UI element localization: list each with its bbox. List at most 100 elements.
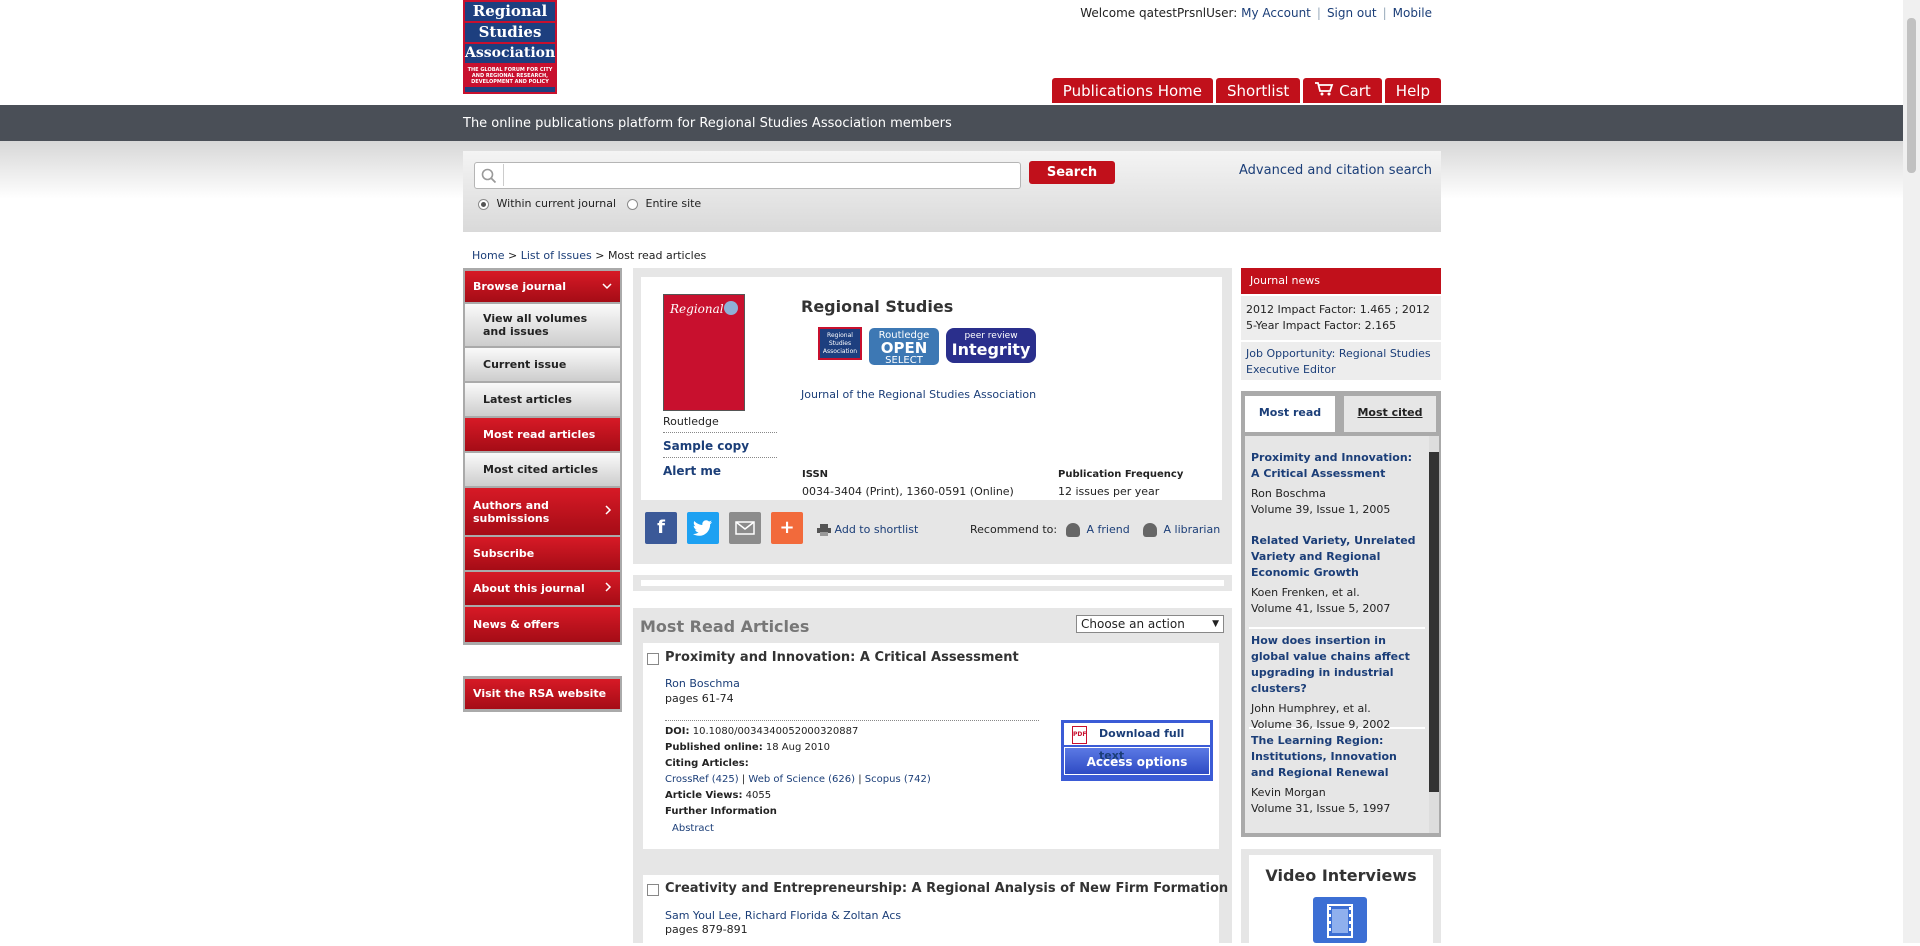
journal-cover[interactable]: Regional [663, 294, 745, 411]
breadcrumb-home[interactable]: Home [472, 249, 504, 262]
sidebar-subscribe[interactable]: Subscribe [465, 537, 620, 572]
sidebar-about[interactable]: About this journal [465, 572, 620, 607]
sidebar-view-all[interactable]: View all volumes and issues [465, 304, 620, 348]
breadcrumb-list-issues[interactable]: List of Issues [521, 249, 592, 262]
list-item-title[interactable]: Related Variety, Unrelated Variety and R… [1249, 529, 1425, 585]
rsa-logo[interactable]: Regional Studies Association THE GLOBAL … [463, 0, 557, 94]
video-icon[interactable] [1313, 897, 1367, 943]
radio-current-journal[interactable] [478, 198, 489, 210]
logo-word-1: Regional [465, 2, 555, 23]
welcome-text: Welcome qatestPrsnlUser: [1080, 6, 1238, 20]
issn-value: 0034-3404 (Print), 1360-0591 (Online) [802, 485, 1014, 498]
visit-rsa-button[interactable]: Visit the RSA website [463, 676, 622, 712]
page-scrollbar-thumb[interactable] [1907, 18, 1916, 173]
sidebar-most-read[interactable]: Most read articles [465, 418, 620, 453]
addthis-plus-icon[interactable]: + [771, 512, 803, 544]
article-pages: pages 61-74 [665, 692, 734, 705]
sign-out-link[interactable]: Sign out [1327, 6, 1377, 20]
user-links: Welcome qatestPrsnlUser: My Account | Sign… [1080, 6, 1432, 20]
issn-label: ISSN [802, 469, 829, 480]
crossref-link[interactable]: CrossRef (425) [665, 774, 739, 785]
person-icon [1066, 523, 1080, 537]
sidebar-browse-journal[interactable]: Browse journal [465, 271, 620, 304]
list-item[interactable]: The Learning Region: Institutions, Innov… [1249, 729, 1425, 829]
logo-word-2: Studies [465, 23, 555, 44]
open-select-mid: OPEN [880, 339, 928, 357]
recommend-label: Recommend to: [970, 523, 1058, 536]
rsa-badge: Regional Studies Association [818, 327, 862, 360]
abstract-link[interactable]: Abstract [672, 823, 714, 834]
job-opportunity-link[interactable]: Job Opportunity: Regional Studies Execut… [1241, 342, 1441, 380]
web-of-science-link[interactable]: Web of Science (626) [748, 774, 855, 785]
my-account-link[interactable]: My Account [1241, 6, 1311, 20]
divider: | [1316, 6, 1321, 20]
article-checkbox[interactable] [647, 653, 659, 665]
article-views: Article Views: 4055 [665, 790, 771, 801]
list-item-title[interactable]: The Learning Region: Institutions, Innov… [1249, 729, 1425, 785]
article-title[interactable]: Creativity and Entrepreneurship: A Regio… [665, 881, 1228, 896]
breadcrumb-current: Most read articles [607, 249, 707, 262]
tab-most-read[interactable]: Most read [1245, 396, 1335, 432]
sidebar-latest-articles[interactable]: Latest articles [465, 383, 620, 418]
published-label: Published online: [665, 742, 763, 753]
logo-tagline: THE GLOBAL FORUM FOR CITY AND REGIONAL R… [465, 65, 555, 87]
tab-publications-home[interactable]: Publications Home [1051, 78, 1213, 103]
search-input[interactable] [474, 162, 1021, 189]
sample-copy-link[interactable]: Sample copy [663, 432, 777, 453]
integrity-mid: Integrity [951, 340, 1031, 359]
article-title[interactable]: Proximity and Innovation: A Critical Ass… [665, 650, 1019, 665]
choose-action-select[interactable]: Choose an action ▼ [1076, 615, 1224, 633]
impact-factor-box: 2012 Impact Factor: 1.465 ; 2012 5-Year … [1241, 296, 1441, 340]
article-checkbox[interactable] [647, 884, 659, 896]
list-item-volume: Volume 41, Issue 5, 2007 [1251, 602, 1391, 615]
list-item[interactable]: How does insertion in global value chain… [1249, 629, 1425, 731]
breadcrumb-sep: > [595, 249, 605, 262]
widget-scrollbar-thumb[interactable] [1429, 452, 1439, 792]
tab-shortlist[interactable]: Shortlist [1216, 78, 1301, 103]
five-year-impact-line: 5-Year Impact Factor: 2.165 [1246, 319, 1397, 332]
sidebar-news[interactable]: News & offers [465, 607, 620, 642]
sidebar-current-label: Current issue [483, 358, 567, 371]
twitter-icon[interactable] [687, 512, 719, 544]
recommend-friend[interactable]: A friend [1066, 523, 1130, 537]
search-button[interactable]: Search [1029, 161, 1115, 184]
download-full-text-button[interactable]: PDF Download full text [1064, 723, 1210, 762]
advanced-search-link[interactable]: Advanced and citation search [1239, 163, 1432, 178]
recommend-friend-label: A friend [1086, 523, 1130, 536]
facebook-icon[interactable]: f [645, 512, 677, 544]
page-scrollbar[interactable] [1903, 0, 1920, 943]
frequency-label: Publication Frequency [1058, 469, 1184, 480]
search-divider [503, 164, 504, 186]
tab-most-cited[interactable]: Most cited [1344, 396, 1436, 432]
mobile-link[interactable]: Mobile [1393, 6, 1432, 20]
alert-me-link[interactable]: Alert me [663, 457, 777, 478]
tab-cart[interactable]: Cart [1303, 78, 1382, 103]
video-interviews-title[interactable]: Video Interviews [1249, 866, 1433, 885]
access-options-button[interactable]: Access options [1064, 747, 1210, 775]
scope-entire-site[interactable]: Entire site [627, 197, 701, 210]
article-authors[interactable]: Sam Youl Lee, Richard Florida & Zoltan A… [665, 909, 901, 922]
list-item-title[interactable]: How does insertion in global value chain… [1249, 629, 1425, 701]
journal-sidebar: Browse journal View all volumes and issu… [463, 268, 622, 645]
list-item-title[interactable]: Proximity and Innovation: A Critical Ass… [1249, 446, 1425, 486]
email-icon[interactable] [729, 512, 761, 544]
pdf-icon: PDF [1072, 726, 1087, 744]
recommend-librarian[interactable]: A librarian [1143, 523, 1220, 537]
tab-help[interactable]: Help [1384, 78, 1441, 103]
published-value: 18 Aug 2010 [765, 742, 830, 753]
sidebar-current-issue[interactable]: Current issue [465, 348, 620, 383]
add-to-shortlist[interactable]: Add to shortlist [817, 523, 918, 536]
sidebar-most-cited[interactable]: Most cited articles [465, 453, 620, 488]
article-authors[interactable]: Ron Boschma [665, 677, 740, 690]
sidebar-authors[interactable]: Authors and submissions [465, 488, 620, 537]
journal-subtitle-link[interactable]: Journal of the Regional Studies Associat… [801, 388, 1036, 401]
list-item[interactable]: Related Variety, Unrelated Variety and R… [1249, 529, 1425, 629]
scope-current-journal[interactable]: Within current journal [478, 197, 616, 210]
widget-scrollbar[interactable] [1429, 436, 1439, 833]
cart-icon [1314, 82, 1339, 100]
radio-site-label: Entire site [645, 197, 702, 210]
radio-entire-site[interactable] [627, 198, 638, 210]
list-item-volume: Volume 31, Issue 5, 1997 [1251, 802, 1391, 815]
scopus-link[interactable]: Scopus (742) [865, 774, 931, 785]
list-item-author: Kevin Morgan [1251, 786, 1326, 799]
